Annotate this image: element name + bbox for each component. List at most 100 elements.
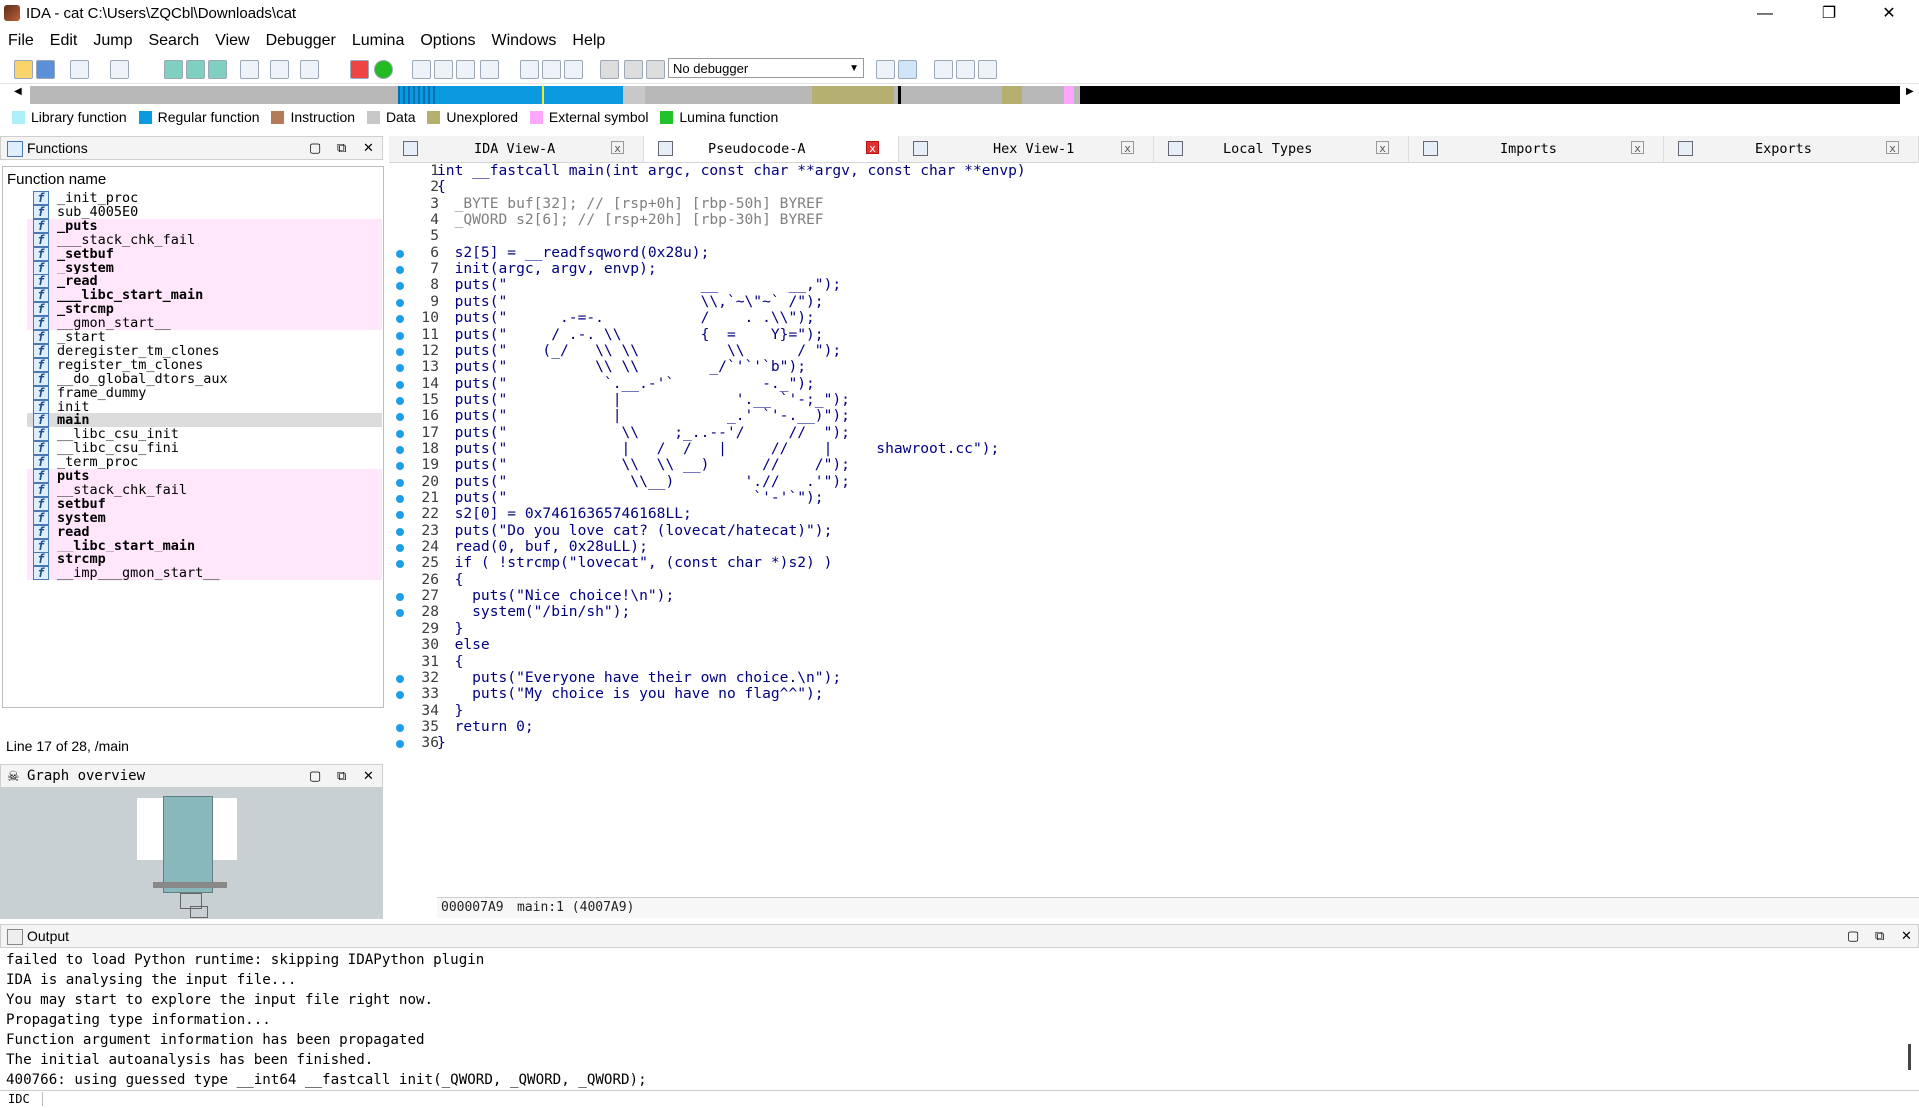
breakpoint-dot-icon[interactable] bbox=[396, 560, 404, 569]
run-icon[interactable] bbox=[600, 60, 619, 79]
maximize-icon[interactable]: ▢ bbox=[309, 765, 321, 787]
breakpoint-dot-icon[interactable] bbox=[396, 740, 404, 749]
save-icon[interactable] bbox=[36, 60, 55, 79]
function-row[interactable]: f ___libc_start_main bbox=[27, 288, 382, 303]
code-line[interactable]: 33 puts("My choice is you have no flag^^… bbox=[389, 686, 1919, 702]
breakpoint-dot-icon[interactable] bbox=[396, 495, 404, 503]
tab-imports[interactable]: Imports x bbox=[1409, 136, 1664, 162]
close-icon[interactable]: x bbox=[1376, 141, 1389, 155]
function-row[interactable]: f __libc_csu_init bbox=[27, 427, 382, 442]
code-line[interactable]: 28 system("/bin/sh"); bbox=[389, 604, 1919, 620]
float-icon[interactable]: ⧉ bbox=[1875, 925, 1884, 947]
navigation-band[interactable]: ◀ ▶ bbox=[0, 84, 1919, 106]
code-line[interactable]: 31 { bbox=[389, 653, 1919, 670]
code-line[interactable]: 23 puts("Do you love cat? (lovecat/hatec… bbox=[389, 522, 1919, 539]
breakpoint-icon[interactable] bbox=[956, 60, 975, 79]
open-file-icon[interactable] bbox=[14, 60, 33, 79]
menu-view[interactable]: View bbox=[207, 28, 257, 50]
function-row[interactable]: f __do_global_dtors_aux bbox=[27, 371, 382, 386]
undefine-icon[interactable] bbox=[564, 60, 583, 79]
function-row[interactable]: f deregister_tm_clones bbox=[27, 343, 382, 358]
code-line[interactable]: 20 puts(" \\__) '.// .'"); bbox=[389, 473, 1919, 490]
code-line[interactable]: 29 } bbox=[389, 620, 1919, 637]
breakpoint-dot-icon[interactable] bbox=[396, 315, 404, 324]
code-line[interactable]: 6 s2[5] = __readfsqword(0x28u); bbox=[389, 244, 1919, 261]
function-row[interactable]: f _setbuf bbox=[27, 246, 382, 261]
code-line[interactable]: 32 puts("Everyone have their own choice.… bbox=[389, 669, 1919, 686]
pause-icon[interactable] bbox=[624, 60, 643, 79]
breakpoint-dot-icon[interactable] bbox=[396, 609, 404, 618]
idc-button[interactable]: IDC bbox=[8, 1092, 43, 1106]
breakpoint-dot-icon[interactable] bbox=[396, 593, 404, 602]
code-line[interactable]: 13 puts(" \\ \\ _/`'`'`b"); bbox=[389, 359, 1919, 375]
breakpoint-dot-icon[interactable] bbox=[396, 674, 404, 683]
menu-search[interactable]: Search bbox=[140, 28, 207, 50]
forward-icon[interactable] bbox=[110, 60, 129, 79]
tab-local-types[interactable]: Local Types x bbox=[1154, 136, 1409, 162]
code-line[interactable]: 18 puts(" | / / | // | shawroot.cc"); bbox=[389, 440, 1919, 457]
menu-windows[interactable]: Windows bbox=[483, 28, 564, 50]
breakpoint-dot-icon[interactable] bbox=[396, 282, 404, 291]
code-line[interactable]: 1 int __fastcall main(int argc, const cha… bbox=[389, 163, 1919, 179]
layout-icon[interactable] bbox=[934, 60, 953, 79]
code-line[interactable]: 21 puts(" `'-'`"); bbox=[389, 490, 1919, 506]
menu-help[interactable]: Help bbox=[564, 28, 613, 50]
pseudocode-view[interactable]: 1 int __fastcall main(int argc, const cha… bbox=[389, 163, 1919, 897]
menu-options[interactable]: Options bbox=[412, 28, 483, 50]
data-icon[interactable] bbox=[434, 60, 453, 79]
breakpoint-dot-icon[interactable] bbox=[396, 691, 404, 700]
code-line[interactable]: 35 return 0; bbox=[389, 718, 1919, 735]
close-icon[interactable]: x bbox=[1121, 141, 1134, 155]
tab-exports[interactable]: Exports x bbox=[1664, 136, 1919, 162]
breakpoint-dot-icon[interactable] bbox=[396, 249, 404, 258]
close-icon[interactable]: ✕ bbox=[1901, 925, 1912, 947]
code-line[interactable]: 19 puts(" \\ \\ __) // /"); bbox=[389, 457, 1919, 473]
maximize-icon[interactable]: ▢ bbox=[1847, 925, 1859, 947]
breakpoint-dot-icon[interactable] bbox=[396, 331, 404, 340]
function-row[interactable]: f _strcmp bbox=[27, 302, 382, 317]
code-line[interactable]: 8 puts(" __ __,"); bbox=[389, 277, 1919, 293]
debugger-select[interactable]: No debugger ▼ bbox=[668, 58, 864, 78]
code-line[interactable]: 30 else bbox=[389, 637, 1919, 653]
tab-hex-view[interactable]: Hex View-1 x bbox=[899, 136, 1154, 162]
code-line[interactable]: 27 puts("Nice choice!\n"); bbox=[389, 588, 1919, 604]
breakpoint-dot-icon[interactable] bbox=[396, 298, 404, 307]
code-line[interactable]: 4 _QWORD s2[6]; // [rsp+20h] [rbp-30h] B… bbox=[389, 212, 1919, 228]
function-row[interactable]: f puts bbox=[27, 469, 382, 483]
function-row[interactable]: f __libc_csu_fini bbox=[27, 441, 382, 456]
code-line[interactable]: 14 puts(" `.__.-'` -._"); bbox=[389, 375, 1919, 392]
code-icon[interactable] bbox=[412, 60, 431, 79]
function-row[interactable]: f register_tm_clones bbox=[27, 357, 382, 372]
function-row[interactable]: f __stack_chk_fail bbox=[27, 482, 382, 497]
close-icon[interactable]: x bbox=[611, 141, 624, 155]
function-row[interactable]: f _term_proc bbox=[27, 455, 382, 470]
text-search-icon[interactable] bbox=[186, 60, 205, 79]
back-icon[interactable] bbox=[70, 60, 89, 79]
close-icon[interactable]: x bbox=[1886, 141, 1899, 155]
code-line[interactable]: 22 s2[0] = 0x74616365746168LL; bbox=[389, 506, 1919, 522]
code-line[interactable]: 2{ bbox=[389, 179, 1919, 195]
graph-icon[interactable] bbox=[350, 60, 369, 79]
code-line[interactable]: 26 { bbox=[389, 571, 1919, 588]
breakpoint-dot-icon[interactable] bbox=[396, 266, 404, 275]
function-row[interactable]: f main bbox=[27, 413, 382, 428]
breakpoint-dot-icon[interactable] bbox=[396, 527, 404, 536]
jump-icon[interactable] bbox=[270, 60, 289, 79]
code-line[interactable]: 24 read(0, buf, 0x28uLL); bbox=[389, 539, 1919, 555]
breakpoint-dot-icon[interactable] bbox=[396, 429, 404, 438]
function-row[interactable]: f _init_proc bbox=[27, 191, 382, 205]
navigation-bar[interactable] bbox=[30, 86, 1900, 104]
function-row[interactable]: f frame_dummy bbox=[27, 385, 382, 400]
close-button[interactable]: ✕ bbox=[1866, 0, 1912, 28]
function-row[interactable]: f read bbox=[27, 524, 382, 539]
trace-icon[interactable] bbox=[978, 60, 997, 79]
close-icon[interactable]: ✕ bbox=[363, 137, 374, 159]
minimize-button[interactable]: — bbox=[1742, 0, 1788, 28]
nav-right-icon[interactable]: ▶ bbox=[1906, 86, 1914, 97]
float-icon[interactable]: ⧉ bbox=[337, 765, 346, 787]
output-scrollbar[interactable] bbox=[1908, 1044, 1911, 1070]
struct-icon[interactable] bbox=[520, 60, 539, 79]
close-icon[interactable]: x bbox=[866, 141, 879, 155]
function-row[interactable]: f sub_4005E0 bbox=[27, 204, 382, 219]
cursor-icon[interactable] bbox=[876, 60, 895, 79]
